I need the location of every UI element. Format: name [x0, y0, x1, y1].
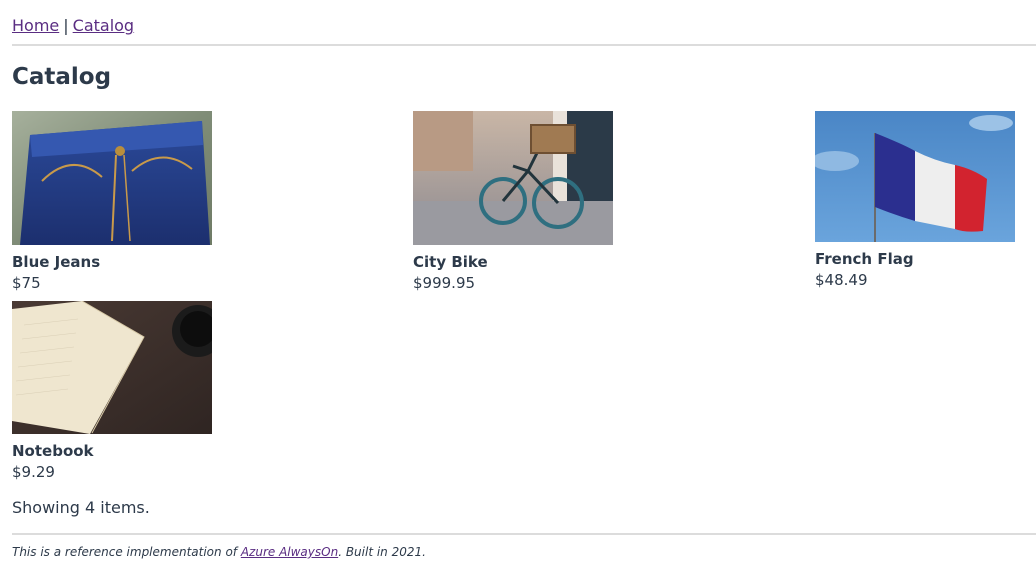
- page: Home | Catalog Catalog Blue Jeans $75 Ci…: [0, 0, 1036, 573]
- item-name: Blue Jeans: [12, 253, 101, 271]
- page-title: Catalog: [12, 64, 112, 90]
- footer-suffix: . Built in 2021.: [338, 545, 426, 559]
- footer-divider: [12, 533, 1036, 535]
- footer: This is a reference implementation of Az…: [12, 544, 426, 560]
- item-price: $48.49: [815, 271, 868, 289]
- item-price: $9.29: [12, 463, 55, 481]
- item-name: Notebook: [12, 442, 94, 460]
- nav-separator: |: [63, 16, 69, 35]
- french-flag-image[interactable]: [815, 111, 1015, 242]
- footer-prefix: This is a reference implementation of: [12, 545, 241, 559]
- nav-home-link[interactable]: Home: [12, 16, 59, 35]
- nav-catalog-link[interactable]: Catalog: [73, 16, 134, 35]
- catalog-item-blue-jeans[interactable]: Blue Jeans $75: [12, 111, 232, 293]
- top-nav: Home | Catalog: [12, 16, 134, 36]
- catalog-item-notebook[interactable]: Notebook $9.29: [12, 301, 232, 482]
- notebook-image[interactable]: [12, 301, 212, 434]
- footer-azure-alwayson-link[interactable]: Azure AlwaysOn: [241, 545, 338, 559]
- item-price: $999.95: [413, 274, 476, 292]
- item-name: French Flag: [815, 250, 914, 268]
- city-bike-image[interactable]: [413, 111, 613, 245]
- item-price: $75: [12, 274, 41, 292]
- catalog-item-french-flag[interactable]: French Flag $48.49: [815, 111, 1035, 290]
- catalog-item-city-bike[interactable]: City Bike $999.95: [413, 111, 633, 293]
- item-name: City Bike: [413, 253, 488, 271]
- blue-jeans-image[interactable]: [12, 111, 212, 245]
- header-divider: [12, 44, 1036, 46]
- items-count-text: Showing 4 items.: [12, 498, 150, 517]
